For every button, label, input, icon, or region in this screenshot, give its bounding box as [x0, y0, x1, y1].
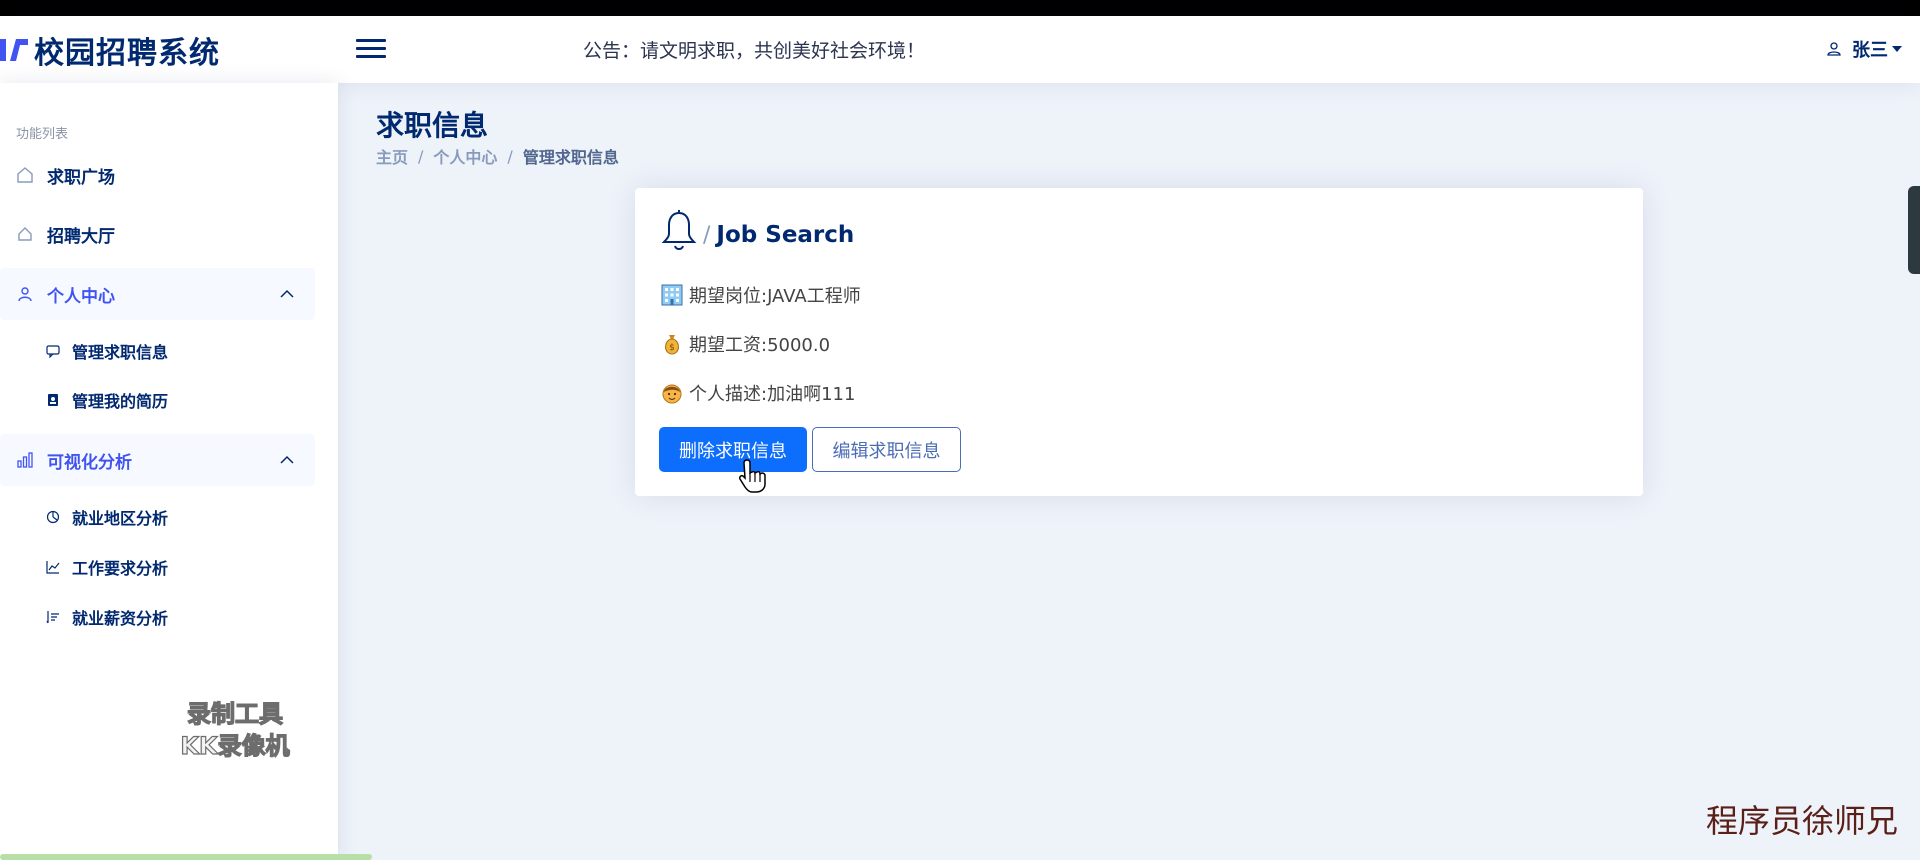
- user-icon: [1827, 42, 1841, 56]
- recorder-watermark-line2: KK录像机: [180, 731, 290, 760]
- card-heading: Job Search: [716, 222, 855, 248]
- author-watermark: 程序员徐师兄: [1705, 802, 1898, 840]
- breadcrumb-personal-center[interactable]: 个人中心: [433, 144, 497, 168]
- chevron-up-icon: [280, 455, 294, 464]
- sidebar-item-label: 可视化分析: [47, 452, 132, 473]
- bar-chart-icon: [17, 452, 33, 468]
- sidebar-item-job-square[interactable]: 求职广场: [0, 149, 315, 201]
- user-menu[interactable]: 张三: [1826, 36, 1902, 62]
- sidebar-subitem-manage-job-info[interactable]: 管理求职信息: [46, 336, 168, 366]
- sidebar-subitem-salary-analysis[interactable]: 就业薪资分析: [46, 602, 168, 632]
- sidebar-subitem-label: 就业薪资分析: [72, 609, 169, 628]
- sidebar-subitem-label: 管理求职信息: [72, 343, 169, 362]
- sidebar-subitem-label: 就业地区分析: [72, 509, 169, 528]
- house-icon: [18, 227, 32, 241]
- sidebar-item-visual-analysis[interactable]: 可视化分析: [0, 434, 315, 486]
- delete-job-info-button[interactable]: 删除求职信息: [659, 427, 807, 472]
- resume-icon: [48, 394, 58, 406]
- chevron-up-icon: [280, 289, 294, 298]
- message-icon: [46, 345, 60, 358]
- logo-icon: [0, 39, 28, 61]
- side-widget-edge: [1908, 186, 1920, 274]
- sidebar-item-label: 个人中心: [47, 286, 115, 307]
- boy-face-icon: [662, 384, 682, 404]
- expected-position: 期望岗位:JAVA工程师: [661, 282, 861, 308]
- recorder-watermark: 录制工具 KK录像机: [160, 698, 310, 762]
- page-title: 求职信息: [376, 109, 489, 142]
- office-building-icon: [661, 284, 683, 306]
- personal-description-text: 个人描述:加油啊111: [689, 384, 856, 405]
- breadcrumb-home[interactable]: 主页: [376, 144, 408, 168]
- notice-text: 公告：请文明求职，共创美好社会环境！: [583, 40, 926, 62]
- breadcrumb-separator: /: [418, 146, 424, 166]
- pie-icon: [46, 510, 60, 524]
- person-icon: [18, 287, 32, 302]
- progress-strip: [0, 854, 372, 860]
- svg-text:$: $: [669, 343, 675, 353]
- sidebar-subitem-manage-resume[interactable]: 管理我的简历: [46, 385, 168, 415]
- job-search-card: / Job Search 期望岗位:JAVA工程师 $ 期望工资:5000.0 …: [635, 188, 1643, 496]
- recorder-watermark-line1: 录制工具: [186, 699, 283, 728]
- sidebar-heading: 功能列表: [16, 127, 69, 142]
- expected-position-text: 期望岗位:JAVA工程师: [689, 286, 861, 307]
- app-title: 校园招聘系统: [34, 36, 220, 71]
- money-bag-icon: $: [665, 335, 679, 355]
- edit-job-info-button[interactable]: 编辑求职信息: [812, 427, 961, 472]
- sidebar-subitem-label: 管理我的简历: [72, 392, 169, 411]
- user-name: 张三: [1852, 40, 1888, 61]
- sort-icon: [46, 611, 59, 624]
- top-black-bar: [0, 0, 1920, 16]
- chevron-down-icon: [1892, 46, 1902, 52]
- personal-description: 个人描述:加油啊111: [661, 380, 855, 406]
- bell-icon: [661, 210, 697, 250]
- sidebar-subitem-label: 工作要求分析: [72, 559, 169, 578]
- card-title: / Job Search: [661, 210, 854, 252]
- top-header: 校园招聘系统 公告：请文明求职，共创美好社会环境！ 张三: [0, 16, 1920, 83]
- breadcrumb: 主页 / 个人中心 / 管理求职信息: [376, 144, 619, 168]
- home-icon: [17, 167, 33, 183]
- breadcrumb-separator: /: [507, 146, 513, 166]
- breadcrumb-current: 管理求职信息: [522, 148, 619, 167]
- logo[interactable]: 校园招聘系统: [0, 28, 220, 72]
- sidebar-subitem-requirement-analysis[interactable]: 工作要求分析: [46, 552, 168, 582]
- sidebar-item-personal-center[interactable]: 个人中心: [0, 268, 315, 320]
- expected-salary-text: 期望工资:5000.0: [689, 335, 831, 356]
- line-chart-icon: [46, 561, 60, 574]
- sidebar-item-recruit-hall[interactable]: 招聘大厅: [0, 208, 315, 260]
- hand-cursor-icon: [739, 459, 766, 493]
- sidebar-item-label: 求职广场: [47, 167, 115, 188]
- sidebar-subitem-region-analysis[interactable]: 就业地区分析: [46, 502, 168, 532]
- menu-toggle-icon[interactable]: [356, 34, 386, 64]
- sidebar-item-label: 招聘大厅: [47, 226, 115, 247]
- title-separator: /: [703, 223, 711, 248]
- expected-salary: $ 期望工资:5000.0: [661, 331, 830, 357]
